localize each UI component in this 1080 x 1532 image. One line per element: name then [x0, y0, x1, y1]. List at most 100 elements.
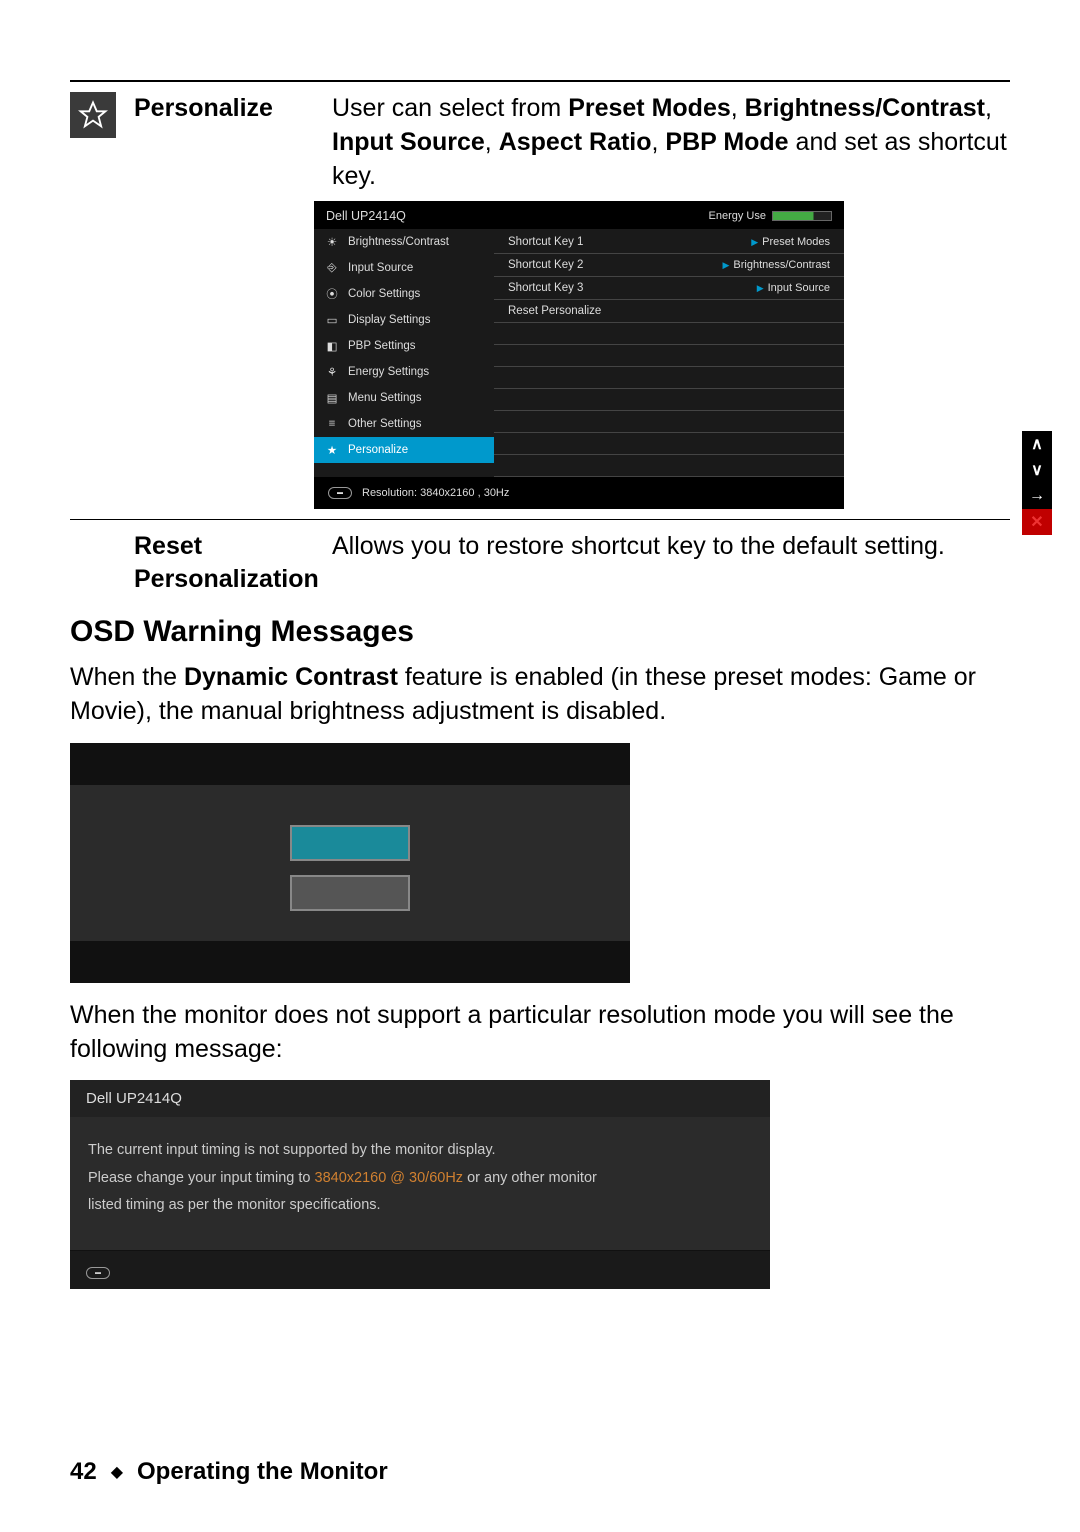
osd-warning-heading: OSD Warning Messages — [70, 615, 1010, 649]
dialog-footer — [70, 941, 630, 983]
nav-close-button[interactable]: ✕ — [1022, 509, 1052, 535]
msg-model: Dell UP2414Q — [70, 1080, 770, 1117]
dialog-button-secondary[interactable] — [290, 875, 410, 911]
menu-energy[interactable]: ⚘ Energy Settings — [314, 359, 494, 385]
text: Please change your input timing to — [88, 1170, 315, 1186]
empty-row — [494, 389, 844, 411]
personalize-icon — [70, 92, 116, 138]
dialog-screenshot — [70, 743, 630, 983]
warning-para-2: When the monitor does not support a part… — [70, 999, 1010, 1067]
osd-footer: ▬ Resolution: 3840x2160 , 30Hz — [314, 477, 844, 509]
divider-mid — [70, 519, 1010, 520]
unsupported-msg-screenshot: Dell UP2414Q The current input timing is… — [70, 1080, 770, 1289]
menu-display[interactable]: ▭ Display Settings — [314, 307, 494, 333]
shortcut-1[interactable]: Shortcut Key 1▶Preset Modes — [494, 231, 844, 254]
resolution-text: Resolution: 3840x2160 , 30Hz — [362, 487, 509, 499]
diamond-icon: ◆ — [111, 1462, 123, 1482]
val: Preset Modes — [762, 236, 830, 248]
other-icon: ≡ — [324, 416, 340, 432]
footer-title: Operating the Monitor — [137, 1458, 388, 1486]
menu-icon: ▤ — [324, 390, 340, 406]
msg-body: The current input timing is not supporte… — [70, 1117, 770, 1251]
page-footer: 42 ◆ Operating the Monitor — [70, 1458, 388, 1486]
menu-label: PBP Settings — [348, 340, 416, 352]
empty-row — [494, 455, 844, 477]
display-icon: ▭ — [324, 312, 340, 328]
text-bold: Dynamic Contrast — [184, 663, 398, 691]
menu-label: Color Settings — [348, 288, 420, 300]
triangle-icon: ▶ — [751, 237, 758, 248]
text: , — [485, 128, 499, 156]
shortcut-3[interactable]: Shortcut Key 3 ▶ Input Source — [494, 277, 844, 300]
text: , — [731, 94, 745, 122]
text: User can select from — [332, 94, 568, 122]
triangle-icon: ▶ — [722, 260, 729, 271]
text-bold: Input Source — [332, 128, 485, 156]
nav-up-button[interactable]: ∧ — [1022, 431, 1052, 457]
empty-row — [494, 411, 844, 433]
nav-down-button[interactable]: ∨ — [1022, 457, 1052, 483]
menu-color[interactable]: ⦿ Color Settings — [314, 281, 494, 307]
msg-line: Please change your input timing to 3840x… — [88, 1165, 752, 1193]
msg-footer: ▬ — [70, 1251, 770, 1289]
text: or any other monitor — [463, 1170, 597, 1186]
personalize-label: Personalize — [134, 92, 314, 125]
empty-row — [494, 367, 844, 389]
key: Shortcut Key 3 — [508, 282, 648, 294]
osd-header: Dell UP2414Q Energy Use — [314, 201, 844, 229]
reset-desc: Allows you to restore shortcut key to th… — [332, 530, 1010, 595]
empty-row — [494, 323, 844, 345]
menu-label: Brightness/Contrast — [348, 236, 449, 248]
key: Reset Personalize — [508, 305, 648, 317]
osd-nav-buttons: ∧ ∨ → ✕ — [1022, 431, 1052, 535]
menu-label: Input Source — [348, 262, 413, 274]
dialog-button-primary[interactable] — [290, 825, 410, 861]
val: Input Source — [768, 282, 830, 294]
energy-bar-icon — [772, 211, 832, 221]
menu-label: Display Settings — [348, 314, 430, 326]
port-icon: ▬ — [86, 1267, 110, 1279]
text: , — [985, 94, 992, 122]
menu-personalize[interactable]: ★Personalize — [314, 437, 494, 463]
menu-brightness[interactable]: ☀ Brightness/Contrast — [314, 229, 494, 255]
color-icon: ⦿ — [324, 286, 340, 302]
menu-label: Other Settings — [348, 418, 422, 430]
warning-para-1: When the Dynamic Contrast feature is ena… — [70, 661, 1010, 729]
brightness-icon: ☀ — [324, 234, 340, 250]
msg-line: listed timing as per the monitor specifi… — [88, 1192, 752, 1220]
text: , — [652, 128, 666, 156]
empty-row — [494, 433, 844, 455]
osd-model: Dell UP2414Q — [326, 209, 406, 223]
menu-input-source[interactable]: ⎆ Input Source — [314, 255, 494, 281]
shortcut-2[interactable]: Shortcut Key 2 ▶ Brightness/Contrast — [494, 254, 844, 277]
triangle-icon: ▶ — [757, 283, 764, 294]
input-icon: ⎆ — [324, 260, 340, 276]
osd-submenu: Shortcut Key 1▶Preset Modes Shortcut Key… — [494, 229, 844, 477]
reset-personalize[interactable]: Reset Personalize — [494, 300, 844, 323]
star-icon: ★ — [324, 442, 340, 458]
page-number: 42 — [70, 1458, 97, 1486]
energy-indicator: Energy Use — [709, 210, 832, 222]
personalize-row: Personalize User can select from Preset … — [70, 92, 1010, 193]
msg-line: The current input timing is not supporte… — [88, 1137, 752, 1165]
energy-label: Energy Use — [709, 210, 766, 222]
text-bold: Preset Modes — [568, 94, 731, 122]
empty-row — [494, 345, 844, 367]
menu-pbp[interactable]: ◧ PBP Settings — [314, 333, 494, 359]
nav-enter-button[interactable]: → — [1022, 483, 1052, 509]
pbp-icon: ◧ — [324, 338, 340, 354]
reset-row: Reset Personalization Allows you to rest… — [134, 530, 1010, 595]
energy-icon: ⚘ — [324, 364, 340, 380]
menu-label: Energy Settings — [348, 366, 429, 378]
reset-label: Reset Personalization — [134, 530, 314, 595]
text-highlight: 3840x2160 @ 30/60Hz — [315, 1170, 464, 1186]
key: Shortcut Key 2 — [508, 259, 648, 271]
text: When the — [70, 663, 184, 691]
text-bold: Brightness/Contrast — [745, 94, 985, 122]
menu-menu[interactable]: ▤Menu Settings — [314, 385, 494, 411]
dialog-header — [70, 743, 630, 785]
val: Brightness/Contrast — [733, 259, 830, 271]
personalize-desc: User can select from Preset Modes, Brigh… — [332, 92, 1010, 193]
menu-other[interactable]: ≡ Other Settings — [314, 411, 494, 437]
port-icon: ▬ — [328, 487, 352, 499]
